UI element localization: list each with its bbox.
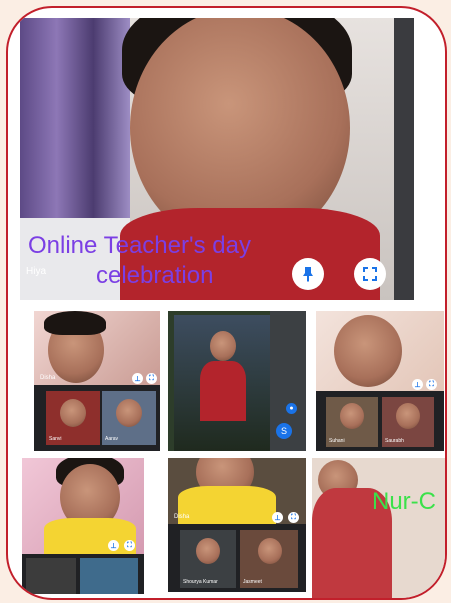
main-participant-name: Hiya: [26, 266, 47, 277]
tile-3-thumb-a-name: Suhani: [329, 438, 345, 444]
tile-5-pin-icon[interactable]: ⊥: [272, 512, 283, 523]
tile-3-face: [334, 315, 402, 387]
tile-1-name: Disha: [40, 375, 56, 381]
tile-2-mic-icon[interactable]: ●: [286, 403, 297, 414]
main-video-tile[interactable]: Hiya Online Teacher's day celebration: [20, 18, 414, 300]
tile-4-shirt: [44, 518, 136, 554]
tile-1-thumb-a[interactable]: Sanvi: [46, 391, 100, 445]
tile-1-thumb-b-name: Aarav: [105, 436, 119, 442]
right-panel: [394, 18, 414, 300]
tile-5-thumb-a-face: [196, 538, 220, 564]
tile-2-shirt: [200, 361, 246, 421]
tile-1-thumb-b-face: [116, 399, 142, 427]
tile-2-avatar[interactable]: S: [276, 423, 292, 439]
tile-5-thumb-b-name: Jasmeet: [243, 579, 262, 585]
grid-tile-4[interactable]: ⊥ ⛶: [22, 458, 144, 594]
tile-3-thumb-b[interactable]: Saurabh: [382, 397, 434, 447]
tile-3-pin-icon[interactable]: ⊥: [412, 379, 423, 390]
tile-3-thumb-b-name: Saurabh: [385, 438, 404, 444]
collage-frame: Hiya Online Teacher's day celebration Di…: [6, 6, 447, 600]
tile-4-pin-icon[interactable]: ⊥: [108, 540, 119, 551]
tile-1-pin-icon[interactable]: ⊥: [132, 373, 143, 384]
tile-5-fullscreen-icon[interactable]: ⛶: [288, 512, 299, 523]
grid-tile-3[interactable]: ⊥ ⛶ Suhani Saurabh: [316, 311, 444, 451]
tile-3-fullscreen-icon[interactable]: ⛶: [426, 379, 437, 390]
grid-tile-5[interactable]: Disha ⊥ ⛶ Shourya Kumar Jasmeet: [168, 458, 306, 592]
fullscreen-icon[interactable]: [354, 258, 386, 290]
tile-5-thumb-a[interactable]: Shourya Kumar: [180, 530, 236, 588]
tile-1-fullscreen-icon[interactable]: ⛶: [146, 373, 157, 384]
tile-5-thumb-b[interactable]: Jasmeet: [240, 530, 298, 588]
tile-4-fullscreen-icon[interactable]: ⛶: [124, 540, 135, 551]
tile-1-hair: [44, 311, 106, 335]
tile-4-thumb-a[interactable]: [26, 558, 76, 594]
tile-3-thumb-b-face: [396, 403, 420, 429]
tile-4-thumb-b[interactable]: [80, 558, 138, 594]
grid-tile-2[interactable]: ● S: [168, 311, 306, 451]
tile-3-thumb-a[interactable]: Suhani: [326, 397, 378, 447]
tile-1-thumb-b[interactable]: Aarav: [102, 391, 156, 445]
grid-tile-6[interactable]: Nur-C: [312, 458, 445, 598]
background-curtain: [20, 18, 130, 218]
tile-1-thumb-a-face: [60, 399, 86, 427]
overlay-title-line2: celebration: [96, 262, 214, 289]
grid-tile-1[interactable]: Disha ⊥ ⛶ Sanvi Aarav: [34, 311, 160, 451]
tile-5-thumb-b-face: [258, 538, 282, 564]
tile-5-name: Disha: [174, 514, 190, 520]
tile-6-label: Nur-C: [372, 488, 436, 515]
tile-5-shirt: [178, 486, 276, 524]
tile-5-thumb-a-name: Shourya Kumar: [183, 579, 218, 585]
tile-1-thumb-a-name: Sanvi: [49, 436, 62, 442]
tile-2-face: [210, 331, 236, 361]
pin-icon[interactable]: [292, 258, 324, 290]
tile-3-thumb-a-face: [340, 403, 364, 429]
overlay-title-line1: Online Teacher's day: [28, 232, 251, 259]
